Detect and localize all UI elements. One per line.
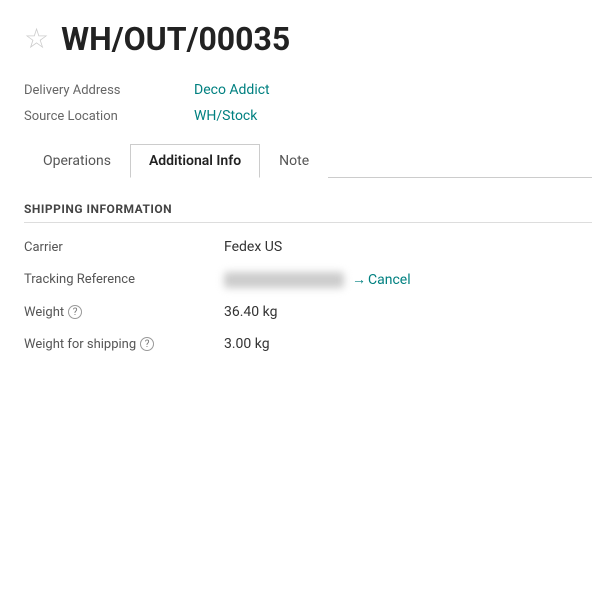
arrow-right-icon: → bbox=[352, 271, 366, 288]
weight-for-shipping-value: 3.00 kg bbox=[224, 336, 270, 352]
delivery-address-row: Delivery Address Deco Addict bbox=[24, 82, 592, 98]
tracking-reference-row: Tracking Reference → Cancel bbox=[24, 271, 592, 288]
delivery-address-value[interactable]: Deco Addict bbox=[194, 82, 270, 98]
shipping-section: SHIPPING INFORMATION Carrier Fedex US Tr… bbox=[24, 202, 592, 352]
tracking-reference-label: Tracking Reference bbox=[24, 272, 224, 287]
tracking-value-blurred bbox=[224, 272, 344, 288]
weight-label: Weight ? bbox=[24, 305, 224, 320]
source-location-label: Source Location bbox=[24, 109, 194, 124]
tracking-container: → Cancel bbox=[224, 271, 411, 288]
cancel-link[interactable]: → Cancel bbox=[352, 271, 411, 288]
delivery-address-label: Delivery Address bbox=[24, 83, 194, 98]
weight-help-icon[interactable]: ? bbox=[68, 305, 82, 319]
favorite-star-icon[interactable]: ☆ bbox=[24, 25, 49, 53]
carrier-label: Carrier bbox=[24, 240, 224, 255]
document-title: WH/OUT/00035 bbox=[61, 20, 290, 58]
weight-row: Weight ? 36.40 kg bbox=[24, 304, 592, 320]
source-location-value[interactable]: WH/Stock bbox=[194, 108, 257, 124]
weight-value: 36.40 kg bbox=[224, 304, 277, 320]
tab-additional-info[interactable]: Additional Info bbox=[130, 144, 260, 178]
tabs-container: Operations Additional Info Note bbox=[24, 144, 592, 178]
carrier-row: Carrier Fedex US bbox=[24, 239, 592, 255]
weight-for-shipping-label: Weight for shipping ? bbox=[24, 337, 224, 352]
weight-for-shipping-row: Weight for shipping ? 3.00 kg bbox=[24, 336, 592, 352]
tab-operations[interactable]: Operations bbox=[24, 144, 130, 178]
fields-section: Delivery Address Deco Addict Source Loca… bbox=[24, 82, 592, 124]
carrier-value: Fedex US bbox=[224, 239, 282, 255]
weight-for-shipping-help-icon[interactable]: ? bbox=[140, 337, 154, 351]
source-location-row: Source Location WH/Stock bbox=[24, 108, 592, 124]
section-title: SHIPPING INFORMATION bbox=[24, 202, 592, 223]
tab-note[interactable]: Note bbox=[260, 144, 328, 178]
document-header: ☆ WH/OUT/00035 bbox=[24, 20, 592, 58]
